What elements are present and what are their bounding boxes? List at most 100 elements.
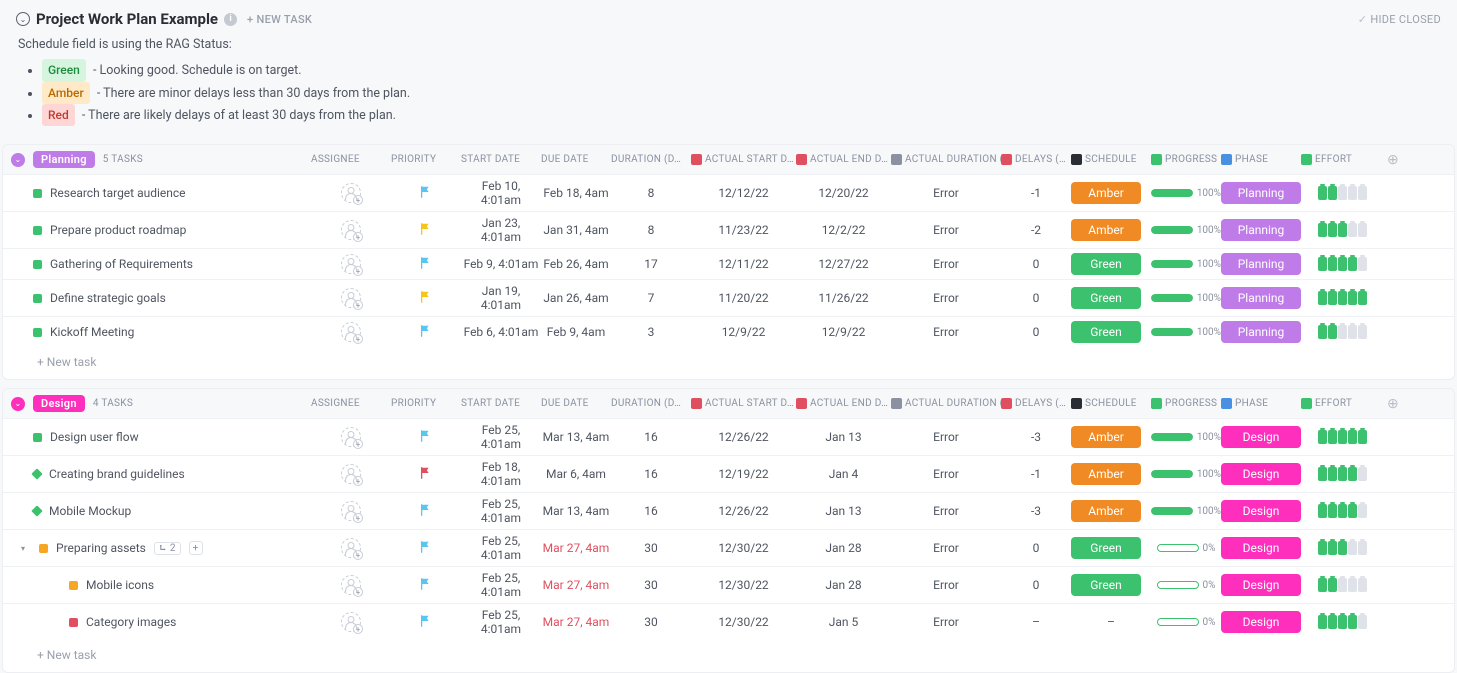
start-date-cell[interactable]: Jan 23, 4:01am (461, 216, 541, 244)
col-effort[interactable]: EFFORT (1301, 154, 1383, 165)
due-date-cell[interactable]: Mar 13, 4am (541, 504, 611, 518)
col-delays[interactable]: DELAYS (… (1001, 398, 1071, 409)
task-name[interactable]: Mobile icons (86, 578, 154, 592)
task-row[interactable]: Prepare product roadmap + Jan 23, 4:01am… (3, 211, 1454, 248)
task-name[interactable]: Prepare product roadmap (50, 223, 186, 237)
task-row[interactable]: ▾ Preparing assets 2 + + Feb 25, 4:01am … (3, 529, 1454, 566)
start-date-cell[interactable]: Jan 19, 4:01am (461, 284, 541, 312)
task-name[interactable]: Gathering of Requirements (50, 257, 193, 271)
col-start-date[interactable]: START DATE (461, 154, 541, 165)
assignee-picker[interactable]: + (341, 183, 361, 203)
priority-cell[interactable] (391, 614, 461, 631)
group-collapse-icon[interactable]: ⌄ (11, 153, 25, 167)
priority-cell[interactable] (391, 324, 461, 341)
col-priority[interactable]: PRIORITY (391, 154, 461, 165)
start-date-cell[interactable]: Feb 25, 4:01am (461, 608, 541, 636)
group-collapse-icon[interactable]: ⌄ (11, 397, 25, 411)
priority-cell[interactable] (391, 256, 461, 273)
assignee-picker[interactable]: + (341, 464, 361, 484)
due-date-cell[interactable]: Mar 27, 4am (541, 541, 611, 555)
priority-cell[interactable] (391, 503, 461, 520)
col-duration[interactable]: DURATION (D… (611, 154, 691, 165)
priority-cell[interactable] (391, 466, 461, 483)
start-date-cell[interactable]: Feb 25, 4:01am (461, 571, 541, 599)
task-row[interactable]: Design user flow + Feb 25, 4:01am Mar 13… (3, 418, 1454, 455)
due-date-cell[interactable]: Mar 6, 4am (541, 467, 611, 481)
task-name[interactable]: Category images (86, 615, 176, 629)
col-due-date[interactable]: DUE DATE (541, 398, 611, 409)
due-date-cell[interactable]: Jan 31, 4am (541, 223, 611, 237)
col-actual-start[interactable]: ACTUAL START D… (691, 398, 796, 409)
due-date-cell[interactable]: Mar 27, 4am (541, 578, 611, 592)
group-name-pill[interactable]: Design (33, 395, 85, 412)
col-effort[interactable]: EFFORT (1301, 398, 1383, 409)
start-date-cell[interactable]: Feb 10, 4:01am (461, 179, 541, 207)
priority-cell[interactable] (391, 429, 461, 446)
col-progress[interactable]: PROGRESS (1151, 398, 1221, 409)
start-date-cell[interactable]: Feb 25, 4:01am (461, 423, 541, 451)
task-name[interactable]: Kickoff Meeting (50, 325, 134, 339)
task-row[interactable]: Creating brand guidelines + Feb 18, 4:01… (3, 455, 1454, 492)
col-actual-duration[interactable]: ACTUAL DURATION (D… (891, 154, 1001, 165)
add-column-button[interactable]: ⊕ (1383, 152, 1403, 168)
priority-cell[interactable] (391, 290, 461, 307)
task-name[interactable]: Design user flow (50, 430, 139, 444)
col-assignee[interactable]: ASSIGNEE (311, 398, 391, 409)
assignee-picker[interactable]: + (341, 427, 361, 447)
col-start-date[interactable]: START DATE (461, 398, 541, 409)
assignee-picker[interactable]: + (341, 612, 361, 632)
task-row[interactable]: Research target audience + Feb 10, 4:01a… (3, 174, 1454, 211)
assignee-picker[interactable]: + (341, 322, 361, 342)
expand-caret-icon[interactable]: ▾ (21, 544, 31, 553)
col-assignee[interactable]: ASSIGNEE (311, 154, 391, 165)
hide-closed-toggle[interactable]: HIDE CLOSED (1358, 13, 1441, 26)
collapse-all-icon[interactable]: ⌄ (16, 12, 30, 26)
assignee-picker[interactable]: + (341, 538, 361, 558)
col-actual-end[interactable]: ACTUAL END D… (796, 154, 891, 165)
due-date-cell[interactable]: Feb 18, 4am (541, 186, 611, 200)
col-phase[interactable]: PHASE (1221, 398, 1301, 409)
col-actual-duration[interactable]: ACTUAL DURATION (D… (891, 398, 1001, 409)
assignee-picker[interactable]: + (341, 220, 361, 240)
start-date-cell[interactable]: Feb 6, 4:01am (461, 325, 541, 339)
task-row[interactable]: Gathering of Requirements + Feb 9, 4:01a… (3, 248, 1454, 279)
due-date-cell[interactable]: Mar 27, 4am (541, 615, 611, 629)
group-name-pill[interactable]: Planning (33, 151, 95, 168)
assignee-picker[interactable]: + (341, 288, 361, 308)
task-row[interactable]: Category images + Feb 25, 4:01am Mar 27,… (3, 603, 1454, 640)
col-duration[interactable]: DURATION (D… (611, 398, 691, 409)
due-date-cell[interactable]: Feb 9, 4am (541, 325, 611, 339)
due-date-cell[interactable]: Feb 26, 4am (541, 257, 611, 271)
add-subtask-button[interactable]: + (189, 541, 203, 555)
col-due-date[interactable]: DUE DATE (541, 154, 611, 165)
assignee-picker[interactable]: + (341, 501, 361, 521)
task-name[interactable]: Research target audience (50, 186, 186, 200)
subtask-count-pill[interactable]: 2 (154, 542, 181, 555)
col-phase[interactable]: PHASE (1221, 154, 1301, 165)
start-date-cell[interactable]: Feb 25, 4:01am (461, 497, 541, 525)
info-icon[interactable]: i (224, 13, 237, 26)
priority-cell[interactable] (391, 577, 461, 594)
col-actual-end[interactable]: ACTUAL END D… (796, 398, 891, 409)
priority-cell[interactable] (391, 222, 461, 239)
task-name[interactable]: Mobile Mockup (49, 504, 131, 518)
start-date-cell[interactable]: Feb 18, 4:01am (461, 460, 541, 488)
priority-cell[interactable] (391, 185, 461, 202)
col-progress[interactable]: PROGRESS (1151, 154, 1221, 165)
col-schedule[interactable]: SCHEDULE (1071, 398, 1151, 409)
col-actual-start[interactable]: ACTUAL START D… (691, 154, 796, 165)
col-schedule[interactable]: SCHEDULE (1071, 154, 1151, 165)
new-task-button[interactable]: + NEW TASK (247, 13, 312, 26)
assignee-picker[interactable]: + (341, 254, 361, 274)
task-row[interactable]: Kickoff Meeting + Feb 6, 4:01am Feb 9, 4… (3, 316, 1454, 347)
task-row[interactable]: Define strategic goals + Jan 19, 4:01am … (3, 279, 1454, 316)
new-task-row[interactable]: + New task (3, 640, 1454, 672)
due-date-cell[interactable]: Jan 26, 4am (541, 291, 611, 305)
start-date-cell[interactable]: Feb 25, 4:01am (461, 534, 541, 562)
assignee-picker[interactable]: + (341, 575, 361, 595)
task-row[interactable]: Mobile Mockup + Feb 25, 4:01am Mar 13, 4… (3, 492, 1454, 529)
priority-cell[interactable] (391, 540, 461, 557)
task-name[interactable]: Creating brand guidelines (49, 467, 185, 481)
task-name[interactable]: Define strategic goals (50, 291, 166, 305)
new-task-row[interactable]: + New task (3, 347, 1454, 379)
